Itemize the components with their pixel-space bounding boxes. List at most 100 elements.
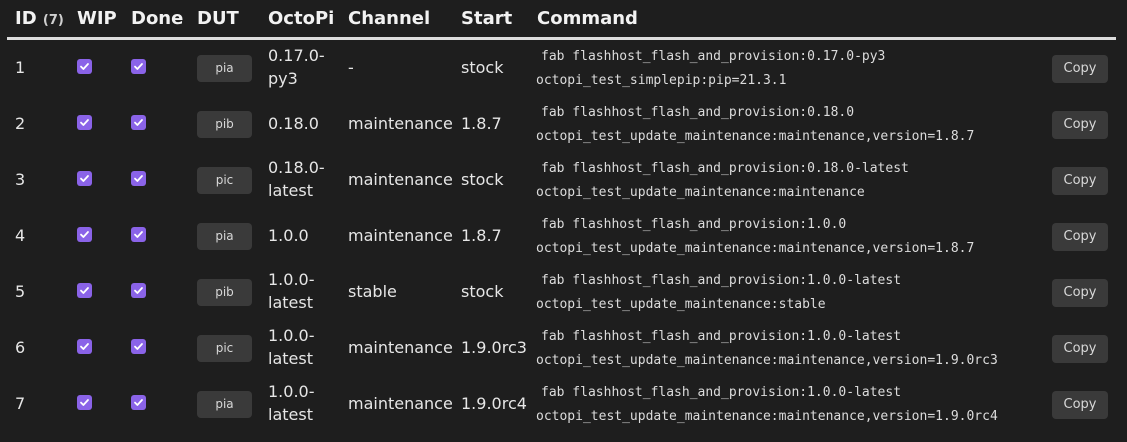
command-line-2: octopi_test_update_maintenance:maintenan… [536, 241, 975, 256]
octopi-version: 1.0.0 [268, 224, 309, 247]
row-id: 3 [15, 170, 26, 189]
command-block[interactable]: fab flashhost_flash_and_provision:0.18.0… [536, 157, 909, 205]
command-line-2: octopi_test_update_maintenance:maintenan… [536, 129, 975, 144]
channel-value: stable [348, 282, 397, 301]
start-value: stock [461, 58, 504, 77]
copy-button[interactable]: Copy [1052, 55, 1108, 83]
checkbox-checked-icon [79, 285, 90, 296]
dut-badge[interactable]: pia [197, 391, 252, 418]
table-row: 6 pic 1.0.0- latest maintenance 1.9.0rc3 fab f… [0, 320, 1127, 376]
checkbox-checked-icon [133, 341, 144, 352]
wip-checkbox[interactable] [77, 115, 92, 130]
command-block[interactable]: fab flashhost_flash_and_provision:0.18.0… [536, 101, 974, 149]
header-command[interactable]: Command [537, 8, 638, 29]
octopi-version-line: 1.0.0 [268, 226, 309, 245]
row-id: 1 [15, 58, 26, 77]
header-channel[interactable]: Channel [348, 8, 430, 29]
command-line-2: octopi_test_simplepip:pip=21.3.1 [536, 73, 787, 88]
done-checkbox[interactable] [131, 115, 146, 130]
done-checkbox[interactable] [131, 395, 146, 410]
command-line-1: fab flashhost_flash_and_provision:1.0.0-… [541, 385, 902, 400]
checkbox-checked-icon [133, 61, 144, 72]
start-value: stock [461, 282, 504, 301]
command-line-1: fab flashhost_flash_and_provision:1.0.0-… [541, 273, 902, 288]
copy-button[interactable]: Copy [1052, 391, 1108, 419]
channel-value: - [348, 58, 354, 77]
channel-value: maintenance [348, 170, 453, 189]
done-checkbox[interactable] [131, 339, 146, 354]
done-checkbox[interactable] [131, 283, 146, 298]
dut-badge[interactable]: pia [197, 223, 252, 250]
header-wip[interactable]: WIP [77, 8, 117, 29]
checkbox-checked-icon [133, 173, 144, 184]
done-checkbox[interactable] [131, 59, 146, 74]
octopi-version: 1.0.0- latest [268, 268, 314, 314]
command-line-1: fab flashhost_flash_and_provision:0.17.0… [541, 49, 886, 64]
channel-value: maintenance [348, 114, 453, 133]
checkbox-checked-icon [79, 117, 90, 128]
channel-value: maintenance [348, 338, 453, 357]
command-line-2: octopi_test_update_maintenance:stable [536, 297, 826, 312]
copy-button[interactable]: Copy [1052, 167, 1108, 195]
wip-checkbox[interactable] [77, 59, 92, 74]
octopi-version-line: 0.18.0 [268, 114, 319, 133]
channel-value: maintenance [348, 394, 453, 413]
octopi-version-line: latest [268, 405, 313, 424]
octopi-version: 0.18.0- latest [268, 156, 325, 202]
start-value: 1.8.7 [461, 114, 502, 133]
copy-button[interactable]: Copy [1052, 223, 1108, 251]
octopi-version: 0.17.0- py3 [268, 44, 325, 90]
done-checkbox[interactable] [131, 171, 146, 186]
checkbox-checked-icon [133, 285, 144, 296]
checkbox-checked-icon [133, 117, 144, 128]
dut-badge[interactable]: pia [197, 55, 252, 82]
header-id[interactable]: ID (7) [15, 8, 64, 29]
octopi-version: 0.18.0 [268, 112, 319, 135]
command-block[interactable]: fab flashhost_flash_and_provision:1.0.0-… [536, 381, 998, 429]
dut-badge[interactable]: pic [197, 335, 252, 362]
dut-badge[interactable]: pic [197, 167, 252, 194]
octopi-version-line: 0.17.0- [268, 46, 325, 65]
header-start[interactable]: Start [461, 8, 512, 29]
copy-button[interactable]: Copy [1052, 279, 1108, 307]
command-block[interactable]: fab flashhost_flash_and_provision:1.0.0-… [536, 269, 901, 317]
octopi-version-line: latest [268, 181, 313, 200]
command-line-2: octopi_test_update_maintenance:maintenan… [536, 185, 865, 200]
octopi-version-line: latest [268, 349, 313, 368]
command-line-1: fab flashhost_flash_and_provision:1.0.0-… [541, 329, 902, 344]
octopi-version-line: latest [268, 293, 313, 312]
command-line-2: octopi_test_update_maintenance:maintenan… [536, 353, 998, 368]
row-id: 7 [15, 394, 26, 413]
checkbox-checked-icon [79, 341, 90, 352]
checkbox-checked-icon [133, 397, 144, 408]
table-row: 1 pia 0.17.0- py3 - stock fab flashhost_flash_… [0, 40, 1127, 96]
header-done[interactable]: Done [131, 8, 183, 29]
copy-button[interactable]: Copy [1052, 335, 1108, 363]
start-value: 1.9.0rc4 [461, 394, 527, 413]
wip-checkbox[interactable] [77, 283, 92, 298]
header-id-label: ID [15, 8, 37, 29]
channel-value: maintenance [348, 226, 453, 245]
dut-badge[interactable]: pib [197, 111, 252, 138]
dut-badge[interactable]: pib [197, 279, 252, 306]
command-line-2: octopi_test_update_maintenance:maintenan… [536, 409, 998, 424]
octopi-version-line: py3 [268, 69, 298, 88]
start-value: 1.9.0rc3 [461, 338, 527, 357]
header-octopi[interactable]: OctoPi [268, 8, 334, 29]
command-line-1: fab flashhost_flash_and_provision:1.0.0 [541, 217, 847, 232]
wip-checkbox[interactable] [77, 227, 92, 242]
copy-button[interactable]: Copy [1052, 111, 1108, 139]
command-block[interactable]: fab flashhost_flash_and_provision:1.0.0o… [536, 213, 974, 261]
command-block[interactable]: fab flashhost_flash_and_provision:1.0.0-… [536, 325, 998, 373]
header-dut[interactable]: DUT [197, 8, 239, 29]
checkbox-checked-icon [79, 61, 90, 72]
octopi-version-line: 1.0.0- [268, 382, 315, 401]
table-row: 4 pia 1.0.0 maintenance 1.8.7 fab flashhost_f… [0, 208, 1127, 264]
wip-checkbox[interactable] [77, 171, 92, 186]
table-row: 5 pib 1.0.0- latest stable stock fab flashhost… [0, 264, 1127, 320]
wip-checkbox[interactable] [77, 395, 92, 410]
wip-checkbox[interactable] [77, 339, 92, 354]
done-checkbox[interactable] [131, 227, 146, 242]
command-block[interactable]: fab flashhost_flash_and_provision:0.17.0… [536, 45, 885, 93]
row-count-badge: (7) [42, 13, 64, 28]
